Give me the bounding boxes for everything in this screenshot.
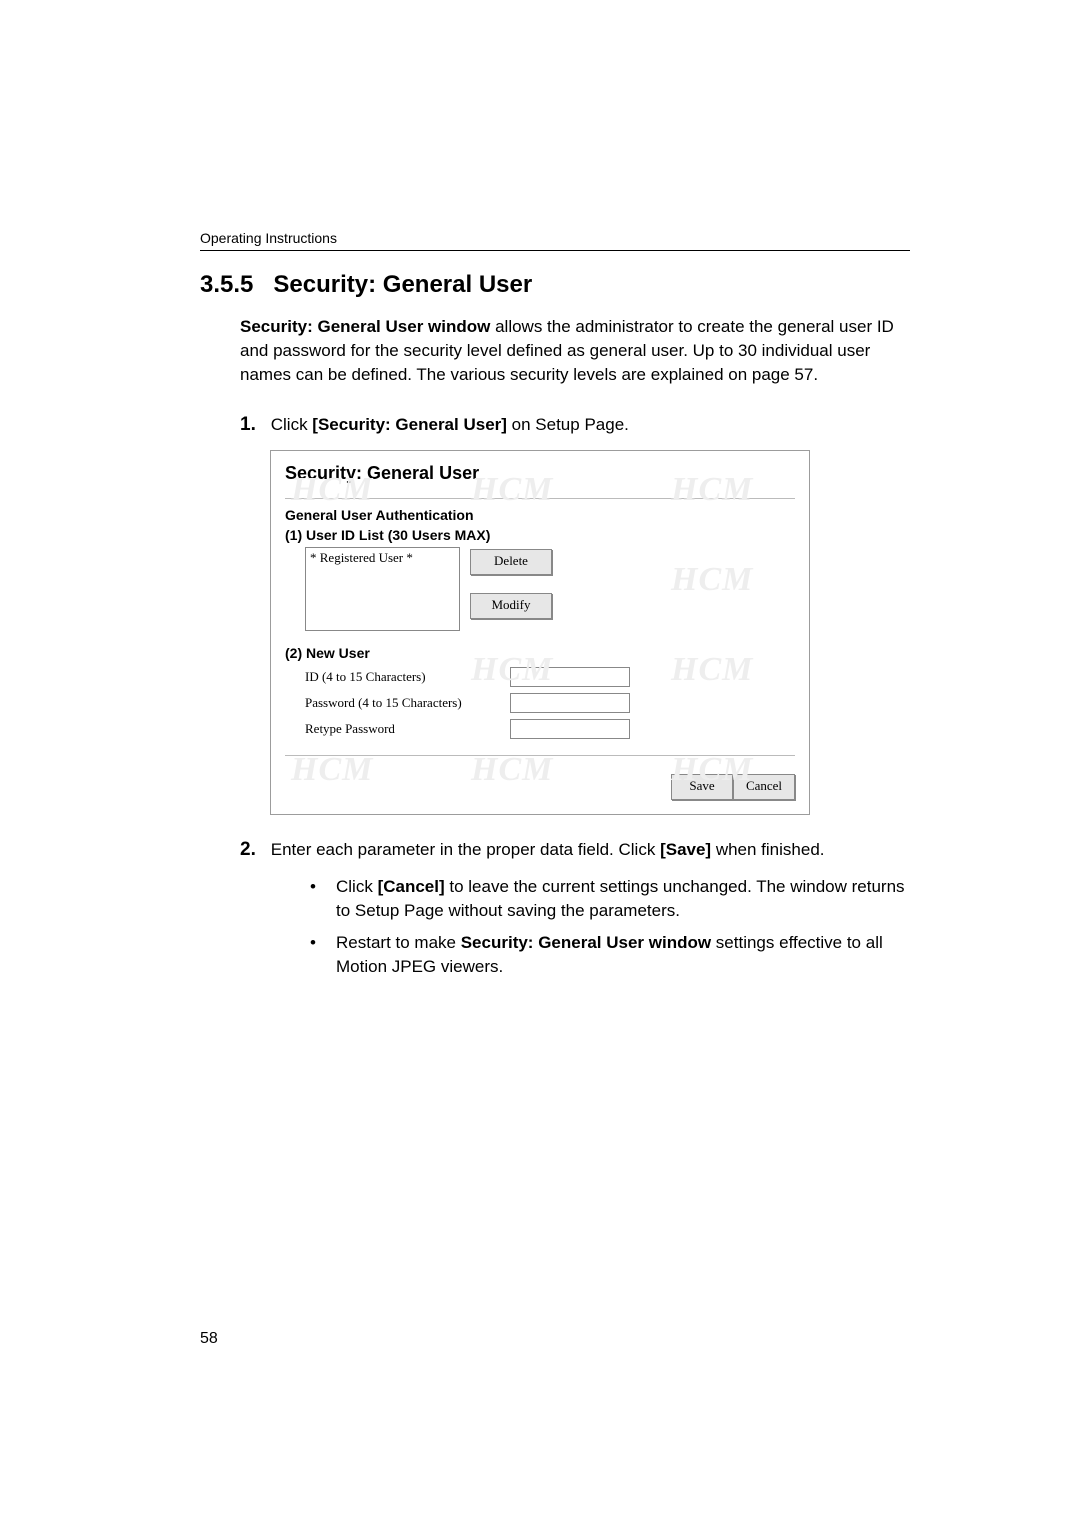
bullet-dot-icon: • [310,875,336,923]
bullet-2-a: Restart to make [336,933,461,952]
user-id-list-label: (1) User ID List (30 Users MAX) [285,527,795,543]
list-item[interactable]: * Registered User * [310,550,455,566]
user-id-list-row: * Registered User * Delete Modify [305,547,795,631]
window-title: Security: General User [285,463,795,484]
step-1-text-b: on Setup Page. [507,415,629,434]
page-number: 58 [200,1330,218,1348]
step-2-bold: [Save] [660,840,711,859]
dialog-buttons: Save Cancel [285,774,795,800]
bullet-1: • Click [Cancel] to leave the current se… [310,875,910,923]
cancel-button[interactable]: Cancel [733,774,795,800]
id-label: ID (4 to 15 Characters) [305,669,510,685]
figure-container: HCM HCM HCM HCM HCM HCM HCM HCM HCM Secu… [270,450,910,815]
password-label: Password (4 to 15 Characters) [305,695,510,711]
step-2-number: 2. [240,839,266,861]
id-row: ID (4 to 15 Characters) [305,667,795,687]
intro-paragraph: Security: General User window allows the… [240,315,910,386]
bullet-1-a: Click [336,877,378,896]
modify-button[interactable]: Modify [470,593,552,619]
running-header: Operating Instructions [200,230,910,251]
retype-password-row: Retype Password [305,719,795,739]
user-id-listbox[interactable]: * Registered User * [305,547,460,631]
bullet-2: • Restart to make Security: General User… [310,931,910,979]
step-2-text-b: when finished. [711,840,824,859]
bullet-dot-icon: • [310,931,336,979]
password-row: Password (4 to 15 Characters) [305,693,795,713]
delete-button[interactable]: Delete [470,549,552,575]
step-1-text-a: Click [271,415,313,434]
bullet-2-bold: Security: General User window [461,933,711,952]
auth-heading: General User Authentication [285,507,795,523]
divider [285,755,795,756]
step-2-text-a: Enter each parameter in the proper data … [271,840,660,859]
intro-bold: Security: General User window [240,317,490,336]
list-buttons: Delete Modify [470,547,552,619]
id-input[interactable] [510,667,630,687]
new-user-label: (2) New User [285,645,795,661]
section-number: 3.5.5 [200,271,253,298]
document-page: Operating Instructions 3.5.5 Security: G… [0,0,1080,1528]
step-1-bold: [Security: General User] [312,415,507,434]
bullet-list: • Click [Cancel] to leave the current se… [310,875,910,978]
save-button[interactable]: Save [671,774,733,800]
bullet-1-bold: [Cancel] [378,877,445,896]
step-2: 2. Enter each parameter in the proper da… [240,839,910,861]
section-heading: 3.5.5 Security: General User [200,271,910,299]
step-1: 1. Click [Security: General User] on Set… [240,414,910,436]
section-title-text: Security: General User [273,271,532,298]
password-input[interactable] [510,693,630,713]
retype-password-input[interactable] [510,719,630,739]
retype-password-label: Retype Password [305,721,510,737]
security-general-user-window: HCM HCM HCM HCM HCM HCM HCM HCM HCM Secu… [270,450,810,815]
divider [285,498,795,499]
step-1-number: 1. [240,414,266,436]
